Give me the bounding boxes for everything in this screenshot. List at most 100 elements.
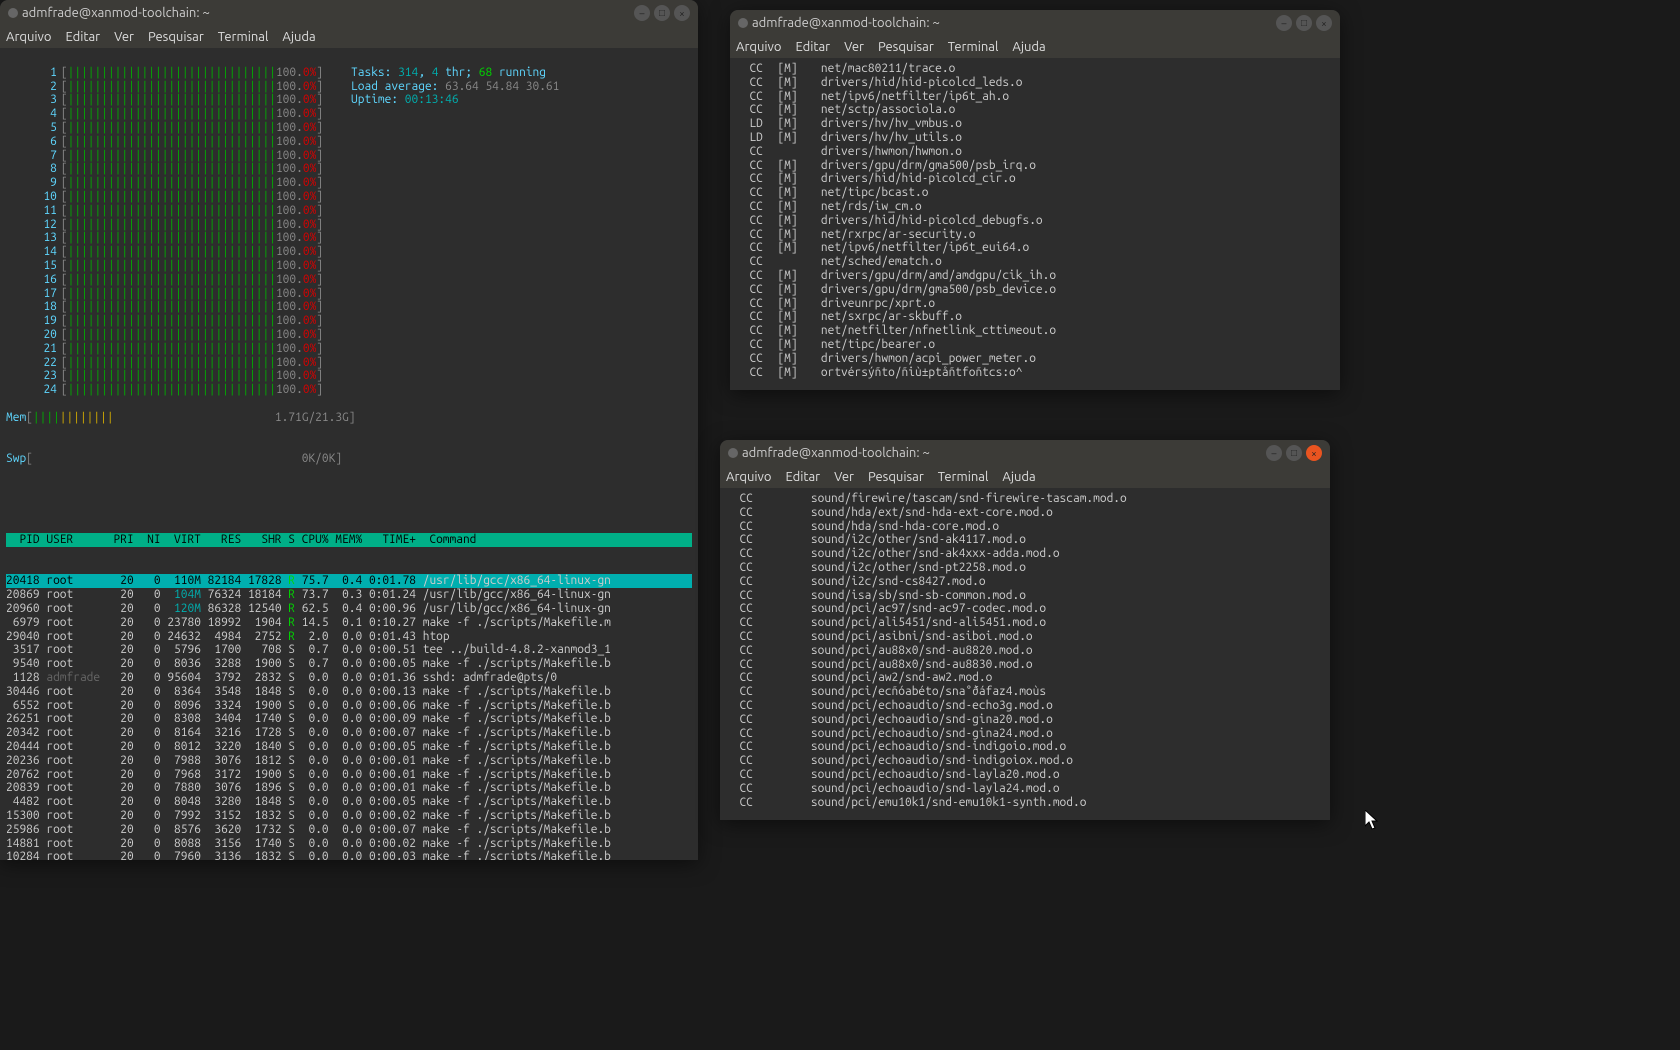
build-output-line: CC sound/pci/aw2/snd-aw2.mod.o — [726, 671, 1324, 685]
menu-item[interactable]: Pesquisar — [868, 470, 924, 484]
build-output-line: CC[M] drivers/hid/hid-picolcd_cir.o — [736, 172, 1334, 186]
build-output-line: CC sound/pci/ecñóabéto/sna°ðáfaz4.moùs — [726, 685, 1324, 699]
titlebar[interactable]: admfrade@xanmod-toolchain: ~ – □ × — [0, 0, 698, 26]
build-output-line: CC sound/pci/echoaudio/snd-indigoio.mod.… — [726, 740, 1324, 754]
titlebar[interactable]: admfrade@xanmod-toolchain: ~ – □ × — [730, 10, 1340, 36]
cpu-bar-row: 21 [|||||||||||||||||||||||||||||||100.0… — [33, 342, 323, 356]
maximize-button[interactable]: □ — [1296, 15, 1312, 31]
build-output-line: CC[M] net/ipv6/netfilter/ip6t_eui64.o — [736, 241, 1334, 255]
build-output-line: CC[M] net/sxrpc/ar-skbuff.o — [736, 310, 1334, 324]
build-output-line: CC sound/pci/ac97/snd-ac97-codec.mod.o — [726, 602, 1324, 616]
build-output-line: CC sound/firewire/tascam/snd-firewire-ta… — [726, 492, 1324, 506]
process-row[interactable]: 20960 root 20 0 120M 86328 12540 R 62.5 … — [6, 602, 692, 616]
menu-item[interactable]: Terminal — [938, 470, 989, 484]
menu-item[interactable]: Editar — [795, 40, 830, 54]
window-controls: – □ × — [1276, 15, 1332, 31]
build-output-line: CC sound/pci/echoaudio/snd-echo3g.mod.o — [726, 699, 1324, 713]
cpu-bar-row: 12 [|||||||||||||||||||||||||||||||100.0… — [33, 218, 323, 232]
build-output-line: CC[M] drivers/gpu/drm/gma500/psb_irq.o — [736, 159, 1334, 173]
terminal-output[interactable]: CC[M] net/mac80211/trace.o CC[M] drivers… — [730, 58, 1340, 390]
window-title: admfrade@xanmod-toolchain: ~ — [752, 16, 940, 30]
menu-item[interactable]: Ajuda — [1012, 40, 1045, 54]
build-output-line: LD[M] drivers/hv/hv_vmbus.o — [736, 117, 1334, 131]
menu-item[interactable]: Ajuda — [282, 30, 315, 44]
menu-item[interactable]: Editar — [65, 30, 100, 44]
process-row[interactable]: 20762 root 20 0 7968 3172 1900 S 0.0 0.0… — [6, 768, 692, 782]
menu-item[interactable]: Pesquisar — [148, 30, 204, 44]
menu-item[interactable]: Terminal — [218, 30, 269, 44]
terminal-window-build-1[interactable]: admfrade@xanmod-toolchain: ~ – □ × Arqui… — [730, 10, 1340, 390]
build-output-line: CC[M] net/rds/iw_cm.o — [736, 200, 1334, 214]
close-button[interactable]: × — [674, 5, 690, 21]
minimize-button[interactable]: – — [1276, 15, 1292, 31]
menu-item[interactable]: Arquivo — [6, 30, 51, 44]
process-row[interactable]: 15300 root 20 0 7992 3152 1832 S 0.0 0.0… — [6, 809, 692, 823]
process-row[interactable]: 26251 root 20 0 8308 3404 1740 S 0.0 0.0… — [6, 712, 692, 726]
build-output-line: CC[M] drivers/gpu/drm/amd/amdgpu/cik_ih.… — [736, 269, 1334, 283]
maximize-button[interactable]: □ — [654, 5, 670, 21]
menu-item[interactable]: Arquivo — [736, 40, 781, 54]
cpu-bar-row: 8 [|||||||||||||||||||||||||||||||100.0%… — [33, 162, 323, 176]
build-output-line: CC sound/i2c/other/snd-ak4117.mod.o — [726, 533, 1324, 547]
maximize-button[interactable]: □ — [1286, 445, 1302, 461]
process-row[interactable]: 20869 root 20 0 104M 76324 18184 R 73.7 … — [6, 588, 692, 602]
process-row[interactable]: 3517 root 20 0 5796 1700 708 S 0.7 0.0 0… — [6, 643, 692, 657]
menu-item[interactable]: Ver — [114, 30, 134, 44]
mouse-cursor — [1365, 810, 1379, 830]
minimize-button[interactable]: – — [1266, 445, 1282, 461]
cpu-bar-row: 20 [|||||||||||||||||||||||||||||||100.0… — [33, 328, 323, 342]
cpu-bar-row: 11 [|||||||||||||||||||||||||||||||100.0… — [33, 204, 323, 218]
build-output-line: CC[M] drivers/hwmon/acpi_power_meter.o — [736, 352, 1334, 366]
terminal-window-htop[interactable]: admfrade@xanmod-toolchain: ~ – □ × Arqui… — [0, 0, 698, 860]
menu-item[interactable]: Ver — [844, 40, 864, 54]
close-button[interactable]: × — [1306, 445, 1322, 461]
htop-header: PID USER PRI NI VIRT RES SHR S CPU% MEM%… — [6, 533, 692, 547]
app-icon — [738, 18, 748, 28]
build-output-line: CC sound/i2c/other/snd-ak4xxx-adda.mod.o — [726, 547, 1324, 561]
process-row[interactable]: 20236 root 20 0 7988 3076 1812 S 0.0 0.0… — [6, 754, 692, 768]
cpu-bar-row: 9 [|||||||||||||||||||||||||||||||100.0%… — [33, 176, 323, 190]
build-output-line: CC sound/pci/asibni/snd-asiboi.mod.o — [726, 630, 1324, 644]
build-output-line: CC[M] net/ipv6/netfilter/ip6t_ah.o — [736, 90, 1334, 104]
build-output-line: CC sound/i2c/snd-cs8427.mod.o — [726, 575, 1324, 589]
cpu-bar-row: 3 [|||||||||||||||||||||||||||||||100.0%… — [33, 93, 323, 107]
process-row[interactable]: 20839 root 20 0 7880 3076 1896 S 0.0 0.0… — [6, 781, 692, 795]
build-output-line: CC sound/pci/echoaudio/snd-gina24.mod.o — [726, 727, 1324, 741]
process-row[interactable]: 30446 root 20 0 8364 3548 1848 S 0.0 0.0… — [6, 685, 692, 699]
terminal-output[interactable]: CC sound/firewire/tascam/snd-firewire-ta… — [720, 488, 1330, 820]
minimize-button[interactable]: – — [634, 5, 650, 21]
build-output-line: CC[M] net/tipc/bcast.o — [736, 186, 1334, 200]
process-row[interactable]: 20342 root 20 0 8164 3216 1728 S 0.0 0.0… — [6, 726, 692, 740]
window-title: admfrade@xanmod-toolchain: ~ — [22, 6, 210, 20]
cpu-bar-row: 5 [|||||||||||||||||||||||||||||||100.0%… — [33, 121, 323, 135]
process-row[interactable]: 1128 admfrade 20 0 95604 3792 2832 S 0.0… — [6, 671, 692, 685]
menu-item[interactable]: Pesquisar — [878, 40, 934, 54]
cpu-bar-row: 18 [|||||||||||||||||||||||||||||||100.0… — [33, 300, 323, 314]
menu-item[interactable]: Terminal — [948, 40, 999, 54]
process-row[interactable]: 6552 root 20 0 8096 3324 1900 S 0.0 0.0 … — [6, 699, 692, 713]
terminal-window-build-2[interactable]: admfrade@xanmod-toolchain: ~ – □ × Arqui… — [720, 440, 1330, 820]
build-output-line: CC net/sched/ematch.o — [736, 255, 1334, 269]
process-row[interactable]: 20444 root 20 0 8012 3220 1840 S 0.0 0.0… — [6, 740, 692, 754]
build-output-line: CC sound/pci/echoaudio/snd-indigoiox.mod… — [726, 754, 1324, 768]
menu-item[interactable]: Editar — [785, 470, 820, 484]
menu-item[interactable]: Ver — [834, 470, 854, 484]
terminal-output[interactable]: 1 [|||||||||||||||||||||||||||||||100.0%… — [0, 48, 698, 860]
process-row[interactable]: 10284 root 20 0 7960 3136 1832 S 0.0 0.0… — [6, 850, 692, 860]
titlebar[interactable]: admfrade@xanmod-toolchain: ~ – □ × — [720, 440, 1330, 466]
cpu-bar-row: 13 [|||||||||||||||||||||||||||||||100.0… — [33, 231, 323, 245]
close-button[interactable]: × — [1316, 15, 1332, 31]
build-output-line: CC[M] net/sctp/associola.o — [736, 103, 1334, 117]
process-row[interactable]: 14881 root 20 0 8088 3156 1740 S 0.0 0.0… — [6, 837, 692, 851]
process-row[interactable]: 4482 root 20 0 8048 3280 1848 S 0.0 0.0 … — [6, 795, 692, 809]
menu-item[interactable]: Ajuda — [1002, 470, 1035, 484]
build-output-line: LD[M] drivers/hv/hv_utils.o — [736, 131, 1334, 145]
process-row[interactable]: 6979 root 20 0 23780 18992 1904 R 14.5 0… — [6, 616, 692, 630]
process-row[interactable]: 9540 root 20 0 8036 3288 1900 S 0.7 0.0 … — [6, 657, 692, 671]
process-row[interactable]: 20418 root 20 0 110M 82184 17828 R 75.7 … — [6, 574, 692, 588]
cpu-bar-row: 7 [|||||||||||||||||||||||||||||||100.0%… — [33, 149, 323, 163]
menu-item[interactable]: Arquivo — [726, 470, 771, 484]
process-row[interactable]: 29040 root 20 0 24632 4984 2752 R 2.0 0.… — [6, 630, 692, 644]
build-output-line: CC sound/hda/ext/snd-hda-ext-core.mod.o — [726, 506, 1324, 520]
process-row[interactable]: 25986 root 20 0 8576 3620 1732 S 0.0 0.0… — [6, 823, 692, 837]
